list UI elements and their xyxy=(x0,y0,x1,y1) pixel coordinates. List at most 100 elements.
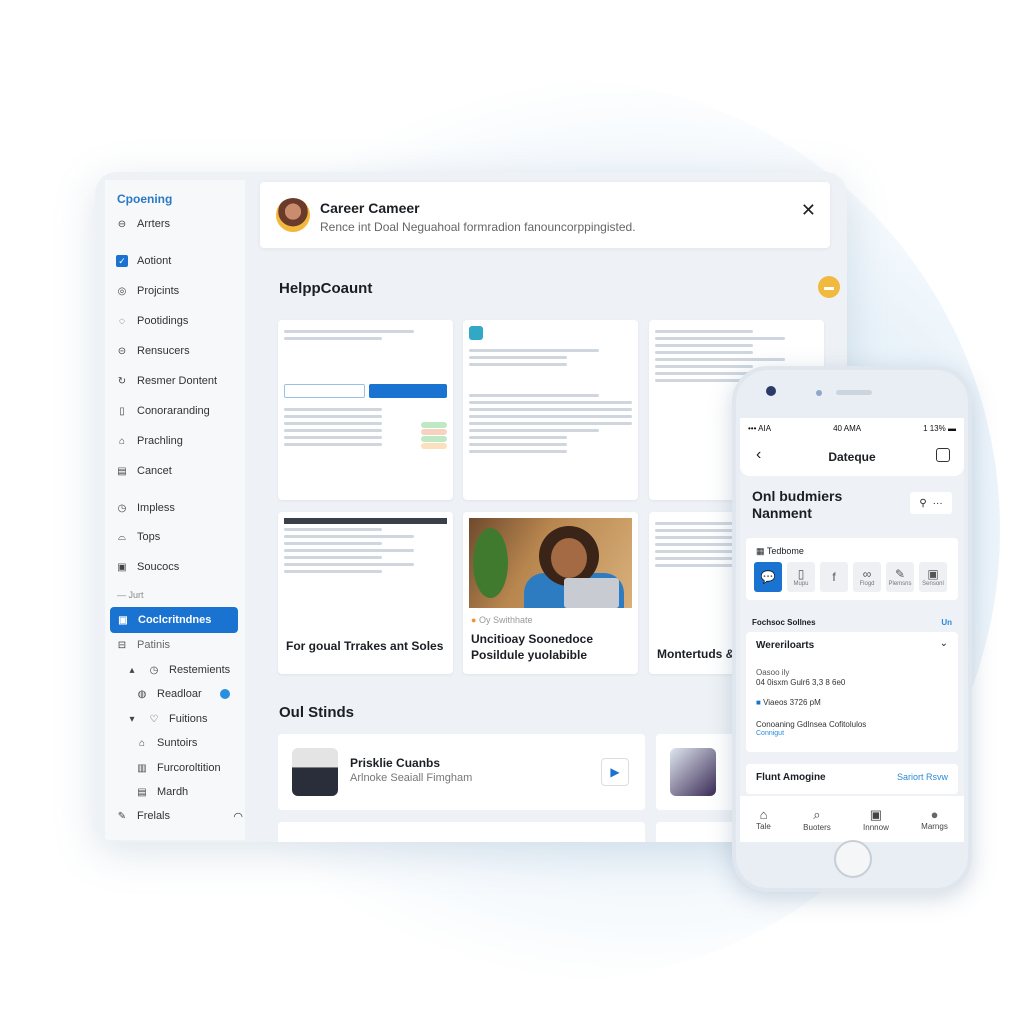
tab-home[interactable]: ⌂ Tale xyxy=(756,807,771,831)
story-item[interactable]: Prisklie Cuanbs Arlnoke Seaiall Fimgham … xyxy=(278,734,645,810)
home-button[interactable] xyxy=(834,840,872,878)
sidebar-item[interactable]: ⌓ Tops xyxy=(115,527,160,547)
sidebar-item[interactable]: ⌂ Prachling xyxy=(115,431,183,451)
close-icon[interactable]: ✕ xyxy=(801,200,816,221)
play-button[interactable]: ▶ xyxy=(601,758,629,786)
tool-item[interactable]: ∞ Flogd xyxy=(853,562,881,592)
footer-link[interactable]: Sariort Rsvw xyxy=(897,772,948,782)
sidebar: Cpoening ⊖ Arrters ✓ Aotiont ◎ Projcints ◌ P… xyxy=(105,180,245,840)
facebook-icon: f xyxy=(832,570,836,584)
nav-title: Dateque xyxy=(828,450,876,464)
template-card[interactable] xyxy=(463,320,638,500)
page-title: Onl budmiers Nanment xyxy=(752,488,843,521)
sidebar-item[interactable]: ↻ Resmer Dontent xyxy=(115,371,217,391)
dropdown[interactable]: Wereriloarts xyxy=(756,640,814,651)
chevron-down-icon[interactable]: ⌄ xyxy=(940,638,948,649)
description: Conoaning Gdlnsea Cofitolulos xyxy=(756,720,867,729)
drive-icon: ⊖ xyxy=(117,218,127,230)
tab-more[interactable]: ● Marngs xyxy=(921,807,948,831)
sidebar-item[interactable]: ◷ Impless xyxy=(115,498,175,518)
tool-facebook[interactable]: f xyxy=(820,562,848,592)
sidebar-item[interactable]: ◌ Pootidings xyxy=(115,311,188,331)
tab-inbox[interactable]: ▣ Innnow xyxy=(863,807,889,832)
sidebar-item[interactable]: ▤ Cancet xyxy=(115,461,172,481)
check-icon: ● xyxy=(471,615,477,625)
bag-icon: ⊝ xyxy=(117,345,127,357)
card-caption: Montertuds & xyxy=(657,647,735,661)
template-card[interactable]: ● Oy Swithhate Uncitioay Soonedoce Posil… xyxy=(463,512,638,674)
sidebar-item[interactable]: ◎ Projcints xyxy=(115,281,180,301)
time-row: ■ Viaeos 3726 pM xyxy=(756,698,821,707)
calendar-icon: ▤ xyxy=(117,465,127,477)
tool-item[interactable]: ▣ Sensonl xyxy=(919,562,947,592)
tree-item[interactable]: ⌂ Suntoirs xyxy=(135,733,197,753)
story-title: Prisklie Cuanbs xyxy=(350,756,441,770)
notification: Career Cameer Rence int Doal Neguahoal f… xyxy=(260,182,830,248)
section-link[interactable]: Un xyxy=(941,618,952,627)
chat-button[interactable]: ▬ xyxy=(818,276,840,298)
sidebar-item[interactable]: ▯ Conoraranding xyxy=(115,401,210,421)
toolbar-card: ▦ Tedbome 💬 ▯ Mupu f ∞ Flogd ✎ Plemsns ▣ Sen… xyxy=(746,538,958,600)
clock-icon: ◷ xyxy=(149,664,159,676)
tab-search[interactable]: ⌕ Buoters xyxy=(803,807,831,832)
globe-icon: ◍ xyxy=(137,688,147,700)
headset-icon[interactable]: ◠ xyxy=(233,810,243,823)
detail-label: Oasoo ily xyxy=(756,668,790,677)
card-tag: ● Oy Swithhate xyxy=(471,615,533,625)
video-icon: ■ xyxy=(756,698,761,707)
inbox-icon: ▣ xyxy=(869,806,883,822)
card-caption: For goual Trrakes ant Soles xyxy=(286,639,444,653)
phone-screen: ••• AIA 40 AMA 1 13% ▬ ‹ Dateque Onl bud… xyxy=(740,418,964,842)
toolbar-label: ▦ Tedbome xyxy=(756,546,804,556)
checkbox-icon[interactable]: ✓ xyxy=(115,254,129,268)
tree-item[interactable]: ▴ ◷ Restemients xyxy=(125,660,230,680)
bag-icon: ⌓ xyxy=(118,531,126,543)
story-item[interactable] xyxy=(278,822,645,842)
template-card[interactable] xyxy=(278,320,453,500)
pin-icon: ⚲ xyxy=(919,497,927,509)
notification-message: Rence int Doal Neguahoal formradion fano… xyxy=(320,220,636,234)
sensor xyxy=(816,390,822,396)
tree-item[interactable]: ◍ Readloar xyxy=(135,684,202,704)
sidebar-item[interactable]: ▣ Soucocs xyxy=(115,557,179,577)
avatar xyxy=(276,198,310,232)
tree-item[interactable]: ▤ Mardh xyxy=(135,782,188,802)
description-link[interactable]: Connigut xyxy=(756,730,784,737)
sidebar-item[interactable]: ✎ Frelals ◠ xyxy=(115,806,243,826)
refresh-icon: ↻ xyxy=(117,375,127,387)
notification-title: Career Cameer xyxy=(320,200,420,216)
clock-icon: ◷ xyxy=(117,502,127,514)
story-thumbnail xyxy=(292,748,338,796)
card-preview xyxy=(469,326,632,494)
story-thumbnail xyxy=(670,748,716,796)
card-caption: Uncitioay Soonedoce Posildule yuolabible xyxy=(471,632,594,662)
section-label: Fochsoc Sollnes Un xyxy=(752,618,952,627)
tab-bar: ⌂ Tale ⌕ Buoters ▣ Innnow ● Marngs xyxy=(740,796,964,842)
more-icon: ··· xyxy=(932,497,943,509)
detail-card: Wereriloarts ⌄ Oasoo ily 04 0isxm Gulr6 … xyxy=(746,632,958,752)
home-icon: ⌂ xyxy=(759,807,768,822)
sidebar-item[interactable]: ⊖ Arrters xyxy=(115,214,170,234)
caret-up-icon[interactable]: ▴ xyxy=(125,663,139,677)
speaker xyxy=(836,390,872,395)
template-card[interactable]: For goual Trrakes ant Soles xyxy=(278,512,453,674)
tool-item[interactable]: ▯ Mupu xyxy=(787,562,815,592)
tree-item[interactable]: ▾ ♡ Fuitions xyxy=(125,709,207,729)
sidebar-item[interactable]: ⊟ Patinis xyxy=(115,635,170,655)
play-icon: ▶ xyxy=(610,765,620,779)
search-icon: ⌕ xyxy=(813,806,821,822)
tree-item[interactable]: ▥ Furcoroltition xyxy=(135,758,220,778)
caret-down-icon[interactable]: ▾ xyxy=(125,712,139,726)
tool-item[interactable]: ✎ Plemsns xyxy=(886,562,914,592)
chat-icon: ▬ xyxy=(824,281,834,293)
sidebar-item-selected[interactable]: ▣ Coclcritndnes xyxy=(110,607,238,633)
actions-button[interactable]: ⚲ ··· xyxy=(910,492,952,514)
sidebar-item[interactable]: ✓ Aotiont xyxy=(115,251,171,271)
sidebar-item[interactable]: ⊝ Rensucers xyxy=(115,341,190,361)
calendar-icon[interactable] xyxy=(936,448,950,462)
sidebar-separator: — Jurt xyxy=(117,590,144,600)
nav-bar: ‹ Dateque xyxy=(740,438,964,476)
story-subtitle: Arlnoke Seaiall Fimgham xyxy=(350,772,473,784)
footer-card: Flunt Amogine Sariort Rsvw xyxy=(746,764,958,794)
tool-chat[interactable]: 💬 xyxy=(754,562,782,592)
